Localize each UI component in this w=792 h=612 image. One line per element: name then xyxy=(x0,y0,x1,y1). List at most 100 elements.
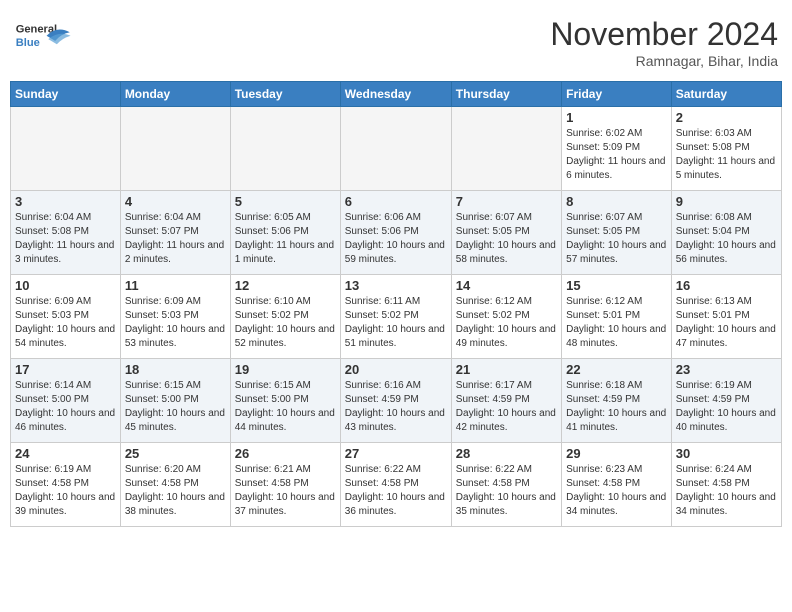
calendar-cell: 3Sunrise: 6:04 AM Sunset: 5:08 PM Daylig… xyxy=(11,191,121,275)
calendar-cell: 27 Sunrise: 6:22 AM Sunset: 4:58 PM Dayli… xyxy=(340,443,451,527)
cell-info-text: Sunrise: 6:18 AM Sunset: 4:59 PM Dayligh… xyxy=(566,379,667,435)
cell-date-number: 25 xyxy=(125,446,226,461)
cell-info-text: Sunrise: 6:07 AM Sunset: 5:05 PM Dayligh… xyxy=(456,211,557,267)
calendar-cell: 24 Sunrise: 6:19 AM Sunset: 4:58 PM Dayli… xyxy=(11,443,121,527)
cell-date-number: 6 xyxy=(345,194,447,209)
cell-info-text: Sunrise: 6:04 AM Sunset: 5:07 PM Dayligh… xyxy=(125,211,226,267)
weekday-header-thursday: Thursday xyxy=(451,82,561,107)
cell-info-text: Sunrise: 6:03 AM Sunset: 5:08 PM Dayligh… xyxy=(676,127,777,183)
svg-text:Blue: Blue xyxy=(16,37,40,49)
calendar-cell: 11Sunrise: 6:09 AM Sunset: 5:03 PM Dayli… xyxy=(120,275,230,359)
calendar-cell: 7 Sunrise: 6:07 AM Sunset: 5:05 PM Daylig… xyxy=(451,191,561,275)
cell-date-number: 24 xyxy=(15,446,116,461)
calendar-cell: 23 Sunrise: 6:19 AM Sunset: 4:59 PM Dayli… xyxy=(671,359,781,443)
calendar-cell: 15Sunrise: 6:12 AM Sunset: 5:01 PM Dayli… xyxy=(562,275,672,359)
weekday-header-sunday: Sunday xyxy=(11,82,121,107)
cell-info-text: Sunrise: 6:19 AM Sunset: 4:58 PM Dayligh… xyxy=(15,463,116,519)
cell-date-number: 17 xyxy=(15,362,116,377)
cell-date-number: 13 xyxy=(345,278,447,293)
cell-info-text: Sunrise: 6:05 AM Sunset: 5:06 PM Dayligh… xyxy=(235,211,336,267)
cell-info-text: Sunrise: 6:02 AM Sunset: 5:09 PM Dayligh… xyxy=(566,127,667,183)
calendar-week-4: 17 Sunrise: 6:14 AM Sunset: 5:00 PM Dayli… xyxy=(11,359,782,443)
cell-info-text: Sunrise: 6:20 AM Sunset: 4:58 PM Dayligh… xyxy=(125,463,226,519)
cell-info-text: Sunrise: 6:06 AM Sunset: 5:06 PM Dayligh… xyxy=(345,211,447,267)
cell-info-text: Sunrise: 6:14 AM Sunset: 5:00 PM Dayligh… xyxy=(15,379,116,435)
cell-date-number: 21 xyxy=(456,362,557,377)
calendar-cell: 20Sunrise: 6:16 AM Sunset: 4:59 PM Dayli… xyxy=(340,359,451,443)
calendar-cell xyxy=(120,107,230,191)
weekday-header-friday: Friday xyxy=(562,82,672,107)
cell-info-text: Sunrise: 6:22 AM Sunset: 4:58 PM Dayligh… xyxy=(456,463,557,519)
cell-info-text: Sunrise: 6:09 AM Sunset: 5:03 PM Dayligh… xyxy=(15,295,116,351)
cell-info-text: Sunrise: 6:24 AM Sunset: 4:58 PM Dayligh… xyxy=(676,463,777,519)
cell-date-number: 15 xyxy=(566,278,667,293)
cell-date-number: 5 xyxy=(235,194,336,209)
calendar-cell: 5 Sunrise: 6:05 AM Sunset: 5:06 PM Daylig… xyxy=(230,191,340,275)
calendar-cell: 17 Sunrise: 6:14 AM Sunset: 5:00 PM Dayli… xyxy=(11,359,121,443)
calendar-cell: 2 Sunrise: 6:03 AM Sunset: 5:08 PM Daylig… xyxy=(671,107,781,191)
cell-date-number: 30 xyxy=(676,446,777,461)
calendar-cell: 21Sunrise: 6:17 AM Sunset: 4:59 PM Dayli… xyxy=(451,359,561,443)
calendar-cell: 19Sunrise: 6:15 AM Sunset: 5:00 PM Dayli… xyxy=(230,359,340,443)
calendar-week-5: 24 Sunrise: 6:19 AM Sunset: 4:58 PM Dayli… xyxy=(11,443,782,527)
cell-info-text: Sunrise: 6:07 AM Sunset: 5:05 PM Dayligh… xyxy=(566,211,667,267)
weekday-header-row: SundayMondayTuesdayWednesdayThursdayFrid… xyxy=(11,82,782,107)
cell-date-number: 7 xyxy=(456,194,557,209)
calendar-table: SundayMondayTuesdayWednesdayThursdayFrid… xyxy=(10,81,782,527)
calendar-week-3: 10Sunrise: 6:09 AM Sunset: 5:03 PM Dayli… xyxy=(11,275,782,359)
logo: General Blue xyxy=(14,16,74,52)
calendar-cell: 29 Sunrise: 6:23 AM Sunset: 4:58 PM Dayli… xyxy=(562,443,672,527)
cell-date-number: 19 xyxy=(235,362,336,377)
cell-date-number: 2 xyxy=(676,110,777,125)
cell-date-number: 9 xyxy=(676,194,777,209)
weekday-header-monday: Monday xyxy=(120,82,230,107)
cell-info-text: Sunrise: 6:04 AM Sunset: 5:08 PM Dayligh… xyxy=(15,211,116,267)
calendar-cell xyxy=(340,107,451,191)
calendar-cell xyxy=(451,107,561,191)
cell-info-text: Sunrise: 6:22 AM Sunset: 4:58 PM Dayligh… xyxy=(345,463,447,519)
location: Ramnagar, Bihar, India xyxy=(550,53,778,69)
cell-date-number: 16 xyxy=(676,278,777,293)
weekday-header-wednesday: Wednesday xyxy=(340,82,451,107)
calendar-cell: 6 Sunrise: 6:06 AM Sunset: 5:06 PM Daylig… xyxy=(340,191,451,275)
calendar-cell: 14Sunrise: 6:12 AM Sunset: 5:02 PM Dayli… xyxy=(451,275,561,359)
calendar-cell xyxy=(11,107,121,191)
calendar-week-1: 1 Sunrise: 6:02 AM Sunset: 5:09 PM Daylig… xyxy=(11,107,782,191)
cell-info-text: Sunrise: 6:19 AM Sunset: 4:59 PM Dayligh… xyxy=(676,379,777,435)
cell-info-text: Sunrise: 6:12 AM Sunset: 5:02 PM Dayligh… xyxy=(456,295,557,351)
cell-date-number: 11 xyxy=(125,278,226,293)
page-header: General Blue November 2024 Ramnagar, Bih… xyxy=(10,10,782,75)
calendar-cell: 28 Sunrise: 6:22 AM Sunset: 4:58 PM Dayli… xyxy=(451,443,561,527)
cell-info-text: Sunrise: 6:08 AM Sunset: 5:04 PM Dayligh… xyxy=(676,211,777,267)
calendar-cell: 4Sunrise: 6:04 AM Sunset: 5:07 PM Daylig… xyxy=(120,191,230,275)
calendar-cell: 25 Sunrise: 6:20 AM Sunset: 4:58 PM Dayli… xyxy=(120,443,230,527)
calendar-cell xyxy=(230,107,340,191)
calendar-cell: 30 Sunrise: 6:24 AM Sunset: 4:58 PM Dayli… xyxy=(671,443,781,527)
cell-info-text: Sunrise: 6:15 AM Sunset: 5:00 PM Dayligh… xyxy=(125,379,226,435)
calendar-cell: 8Sunrise: 6:07 AM Sunset: 5:05 PM Daylig… xyxy=(562,191,672,275)
weekday-header-tuesday: Tuesday xyxy=(230,82,340,107)
cell-date-number: 22 xyxy=(566,362,667,377)
calendar-cell: 9 Sunrise: 6:08 AM Sunset: 5:04 PM Daylig… xyxy=(671,191,781,275)
calendar-cell: 26 Sunrise: 6:21 AM Sunset: 4:58 PM Dayli… xyxy=(230,443,340,527)
calendar-week-2: 3Sunrise: 6:04 AM Sunset: 5:08 PM Daylig… xyxy=(11,191,782,275)
cell-date-number: 27 xyxy=(345,446,447,461)
month-title: November 2024 xyxy=(550,16,778,53)
calendar-cell: 1 Sunrise: 6:02 AM Sunset: 5:09 PM Daylig… xyxy=(562,107,672,191)
cell-date-number: 29 xyxy=(566,446,667,461)
cell-date-number: 23 xyxy=(676,362,777,377)
calendar-cell: 12Sunrise: 6:10 AM Sunset: 5:02 PM Dayli… xyxy=(230,275,340,359)
calendar-cell: 18Sunrise: 6:15 AM Sunset: 5:00 PM Dayli… xyxy=(120,359,230,443)
cell-date-number: 28 xyxy=(456,446,557,461)
cell-date-number: 1 xyxy=(566,110,667,125)
cell-info-text: Sunrise: 6:13 AM Sunset: 5:01 PM Dayligh… xyxy=(676,295,777,351)
cell-date-number: 26 xyxy=(235,446,336,461)
cell-info-text: Sunrise: 6:21 AM Sunset: 4:58 PM Dayligh… xyxy=(235,463,336,519)
calendar-cell: 16 Sunrise: 6:13 AM Sunset: 5:01 PM Dayli… xyxy=(671,275,781,359)
title-block: November 2024 Ramnagar, Bihar, India xyxy=(550,16,778,69)
cell-info-text: Sunrise: 6:23 AM Sunset: 4:58 PM Dayligh… xyxy=(566,463,667,519)
cell-date-number: 20 xyxy=(345,362,447,377)
calendar-cell: 13Sunrise: 6:11 AM Sunset: 5:02 PM Dayli… xyxy=(340,275,451,359)
calendar-cell: 10Sunrise: 6:09 AM Sunset: 5:03 PM Dayli… xyxy=(11,275,121,359)
logo-svg: General Blue xyxy=(14,16,74,52)
